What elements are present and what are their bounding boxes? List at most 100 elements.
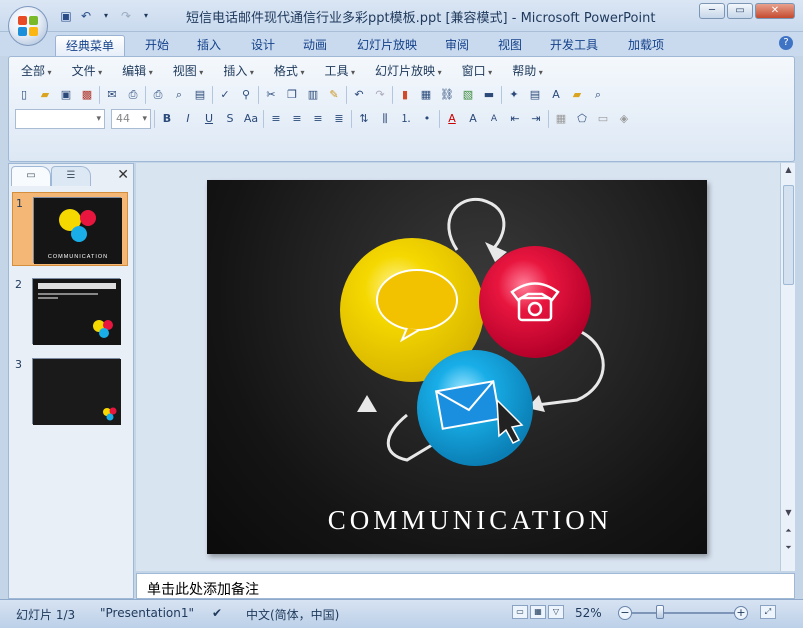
quick-styles-icon[interactable]: ▭ xyxy=(594,110,612,128)
font-name-combo[interactable] xyxy=(15,109,105,129)
tab-review[interactable]: 审阅 xyxy=(435,35,479,56)
bullets-icon[interactable]: • xyxy=(418,110,436,128)
menu-tools[interactable]: 工具 xyxy=(314,61,365,81)
tab-view[interactable]: 视图 xyxy=(488,35,532,56)
maximize-button[interactable]: ▭ xyxy=(727,3,753,19)
menu-view[interactable]: 视图 xyxy=(163,61,214,81)
shape-fill-icon[interactable]: ◈ xyxy=(615,110,633,128)
minimize-button[interactable]: ─ xyxy=(699,3,725,19)
columns-icon[interactable]: ⫼ xyxy=(376,110,394,128)
customize-icon[interactable]: ▾ xyxy=(138,8,154,24)
slide-thumbnail-1[interactable]: 1 COMMUNICATION xyxy=(12,192,128,266)
permission-icon[interactable]: ▩ xyxy=(78,86,96,104)
language[interactable]: 中文(简体，中国) xyxy=(246,606,339,623)
layout-select-icon[interactable]: ▤ xyxy=(526,86,544,104)
text-direction-icon[interactable]: ⇅ xyxy=(355,110,373,128)
slide-thumbnail-2[interactable]: 2 xyxy=(12,274,128,348)
fill-color-icon[interactable]: ▬ xyxy=(480,86,498,104)
decrease-indent-icon[interactable]: ⇤ xyxy=(506,110,524,128)
menu-help[interactable]: 帮助 xyxy=(502,61,553,81)
tab-animation[interactable]: 动画 xyxy=(293,35,337,56)
zoom-slider-thumb[interactable] xyxy=(656,605,664,619)
new-slide-icon[interactable]: ✦ xyxy=(505,86,523,104)
menu-file[interactable]: 文件 xyxy=(62,61,113,81)
redo-icon[interactable]: ↷ xyxy=(118,8,134,24)
align-center-icon[interactable]: ≡ xyxy=(288,110,306,128)
save-icon[interactable]: ▣ xyxy=(58,8,74,24)
email-icon[interactable]: ✉ xyxy=(103,86,121,104)
tab-developer[interactable]: 开发工具 xyxy=(540,35,608,56)
undo-icon[interactable]: ↶ xyxy=(78,8,94,24)
slide-sorter-icon[interactable]: ▦ xyxy=(530,605,546,619)
zoom-out-icon[interactable]: − xyxy=(618,606,632,620)
bold-icon[interactable]: B xyxy=(158,110,176,128)
current-slide[interactable]: COMMUNICATION xyxy=(207,180,707,554)
grow-font-icon[interactable]: A xyxy=(464,110,482,128)
menu-insert[interactable]: 插入 xyxy=(213,61,264,81)
change-case-icon[interactable]: Aa xyxy=(242,110,260,128)
table-icon[interactable]: ▦ xyxy=(417,86,435,104)
fit-to-window-icon[interactable]: ⤢ xyxy=(760,605,776,619)
menu-edit[interactable]: 编辑 xyxy=(112,61,163,81)
normal-view-icon[interactable]: ▭ xyxy=(512,605,528,619)
increase-indent-icon[interactable]: ⇥ xyxy=(527,110,545,128)
copy-icon[interactable]: ❐ xyxy=(283,86,301,104)
tab-addins[interactable]: 加载项 xyxy=(618,35,674,56)
print-preview-icon[interactable]: ⌕ xyxy=(170,86,188,104)
menu-window[interactable]: 窗口 xyxy=(452,61,503,81)
notes-pane[interactable]: 单击此处添加备注 xyxy=(136,573,795,599)
close-button[interactable]: ✕ xyxy=(755,3,795,19)
tab-home[interactable]: 开始 xyxy=(135,35,179,56)
slides-tab[interactable]: ▭ xyxy=(11,166,51,186)
shapes-icon[interactable]: ⬠ xyxy=(573,110,591,128)
paste-icon[interactable]: ▥ xyxy=(304,86,322,104)
redo-icon[interactable]: ↷ xyxy=(371,86,389,104)
chart-icon[interactable]: ▮ xyxy=(396,86,414,104)
format-painter-icon[interactable]: ✎ xyxy=(325,86,343,104)
justify-icon[interactable]: ≣ xyxy=(330,110,348,128)
shadow-icon[interactable]: S xyxy=(221,110,239,128)
spelling-icon[interactable]: ✓ xyxy=(216,86,234,104)
scroll-thumb[interactable] xyxy=(783,185,794,285)
font-color-icon[interactable]: A xyxy=(443,110,461,128)
vertical-scrollbar[interactable]: ▲ ▼ ⏶ ⏷ xyxy=(780,163,795,571)
zoom-in-icon[interactable]: + xyxy=(734,606,748,620)
menu-format[interactable]: 格式 xyxy=(264,61,315,81)
layout-icon[interactable]: ▤ xyxy=(191,86,209,104)
zoom-icon[interactable]: ⌕ xyxy=(589,86,607,104)
zoom-slider[interactable] xyxy=(632,612,742,614)
help-icon[interactable]: ? xyxy=(779,36,793,50)
undo-icon[interactable]: ↶ xyxy=(350,86,368,104)
shrink-font-icon[interactable]: A xyxy=(485,110,503,128)
tab-slideshow[interactable]: 幻灯片放映 xyxy=(347,35,427,56)
research-icon[interactable]: ⚲ xyxy=(237,86,255,104)
menu-all[interactable]: 全部 xyxy=(11,61,62,81)
close-icon[interactable]: ✕ xyxy=(117,167,129,183)
hyperlink-icon[interactable]: ⛓ xyxy=(438,86,456,104)
menu-slideshow[interactable]: 幻灯片放映 xyxy=(365,61,452,81)
tab-design[interactable]: 设计 xyxy=(241,35,285,56)
font-size-combo[interactable]: 44 xyxy=(111,109,151,129)
folder-icon[interactable]: ▰ xyxy=(568,86,586,104)
slideshow-icon[interactable]: ▽ xyxy=(548,605,564,619)
open-icon[interactable]: ▰ xyxy=(36,86,54,104)
next-slide-icon[interactable]: ⏷ xyxy=(783,543,794,553)
scroll-down-icon[interactable]: ▼ xyxy=(783,508,794,517)
arrange-icon[interactable]: ▦ xyxy=(552,110,570,128)
align-left-icon[interactable]: ≡ xyxy=(267,110,285,128)
align-right-icon[interactable]: ≡ xyxy=(309,110,327,128)
zoom-level[interactable]: 52% xyxy=(575,606,602,620)
tab-classic-menu[interactable]: 经典菜单 xyxy=(55,35,126,56)
print-icon[interactable]: ⎙ xyxy=(149,86,167,104)
textbox-icon[interactable]: A xyxy=(547,86,565,104)
italic-icon[interactable]: I xyxy=(179,110,197,128)
dropdown-icon[interactable]: ▾ xyxy=(98,8,114,24)
outline-tab[interactable]: ☰ xyxy=(51,166,91,186)
underline-icon[interactable]: U xyxy=(200,110,218,128)
spell-check-icon[interactable]: ✔ xyxy=(212,606,222,620)
publish-icon[interactable]: ⎙ xyxy=(124,86,142,104)
new-icon[interactable]: ▯ xyxy=(15,86,33,104)
tab-insert[interactable]: 插入 xyxy=(187,35,231,56)
scroll-up-icon[interactable]: ▲ xyxy=(783,165,794,174)
numbering-icon[interactable]: ⒈ xyxy=(397,110,415,128)
